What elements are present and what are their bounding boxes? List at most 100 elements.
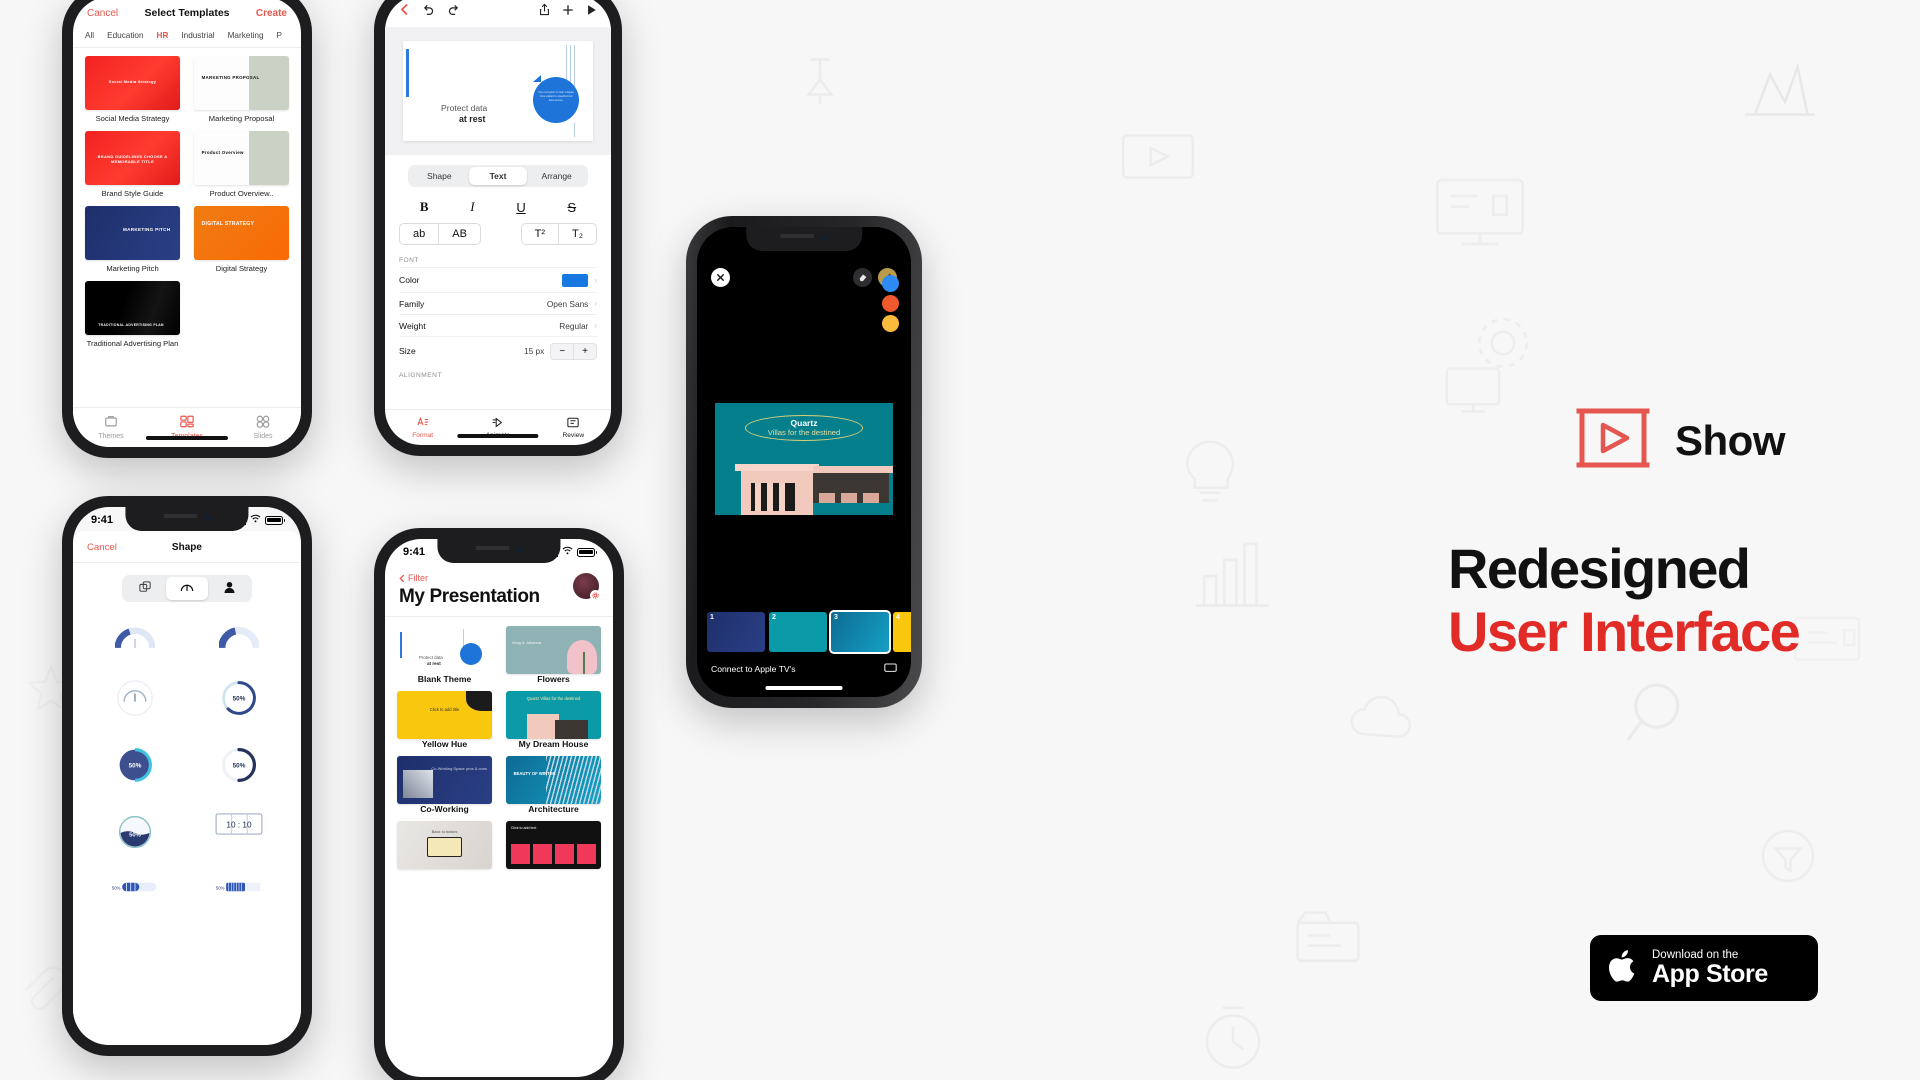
create-button[interactable]: Create (256, 8, 287, 19)
presentation-card[interactable]: Back to basics (397, 821, 492, 869)
airplay-icon[interactable] (884, 663, 897, 676)
presenter-connect-bar[interactable]: Connect to Apple TV's (697, 657, 911, 681)
template-card[interactable]: TRADITIONAL ADVERTISING PLAN Traditional … (85, 281, 180, 348)
template-thumbnail[interactable]: MARKETING PITCH (85, 206, 180, 260)
shape-digit-counter[interactable]: 10 : 10 (215, 813, 263, 856)
close-icon[interactable] (711, 267, 730, 287)
segment-shape[interactable]: Shape (410, 167, 469, 185)
presentation-card[interactable]: Click to add text (506, 821, 601, 869)
segment-gauge[interactable] (166, 577, 208, 600)
case-and-script-row[interactable]: ab AB T² T₂ (399, 223, 597, 245)
presentation-card[interactable]: Quartz Villas for the destined My Dream H… (506, 691, 601, 749)
category-industrial[interactable]: Industrial (181, 31, 214, 40)
size-increase-button[interactable]: + (573, 343, 596, 359)
template-thumbnail[interactable]: DIGITAL STRATEGY (194, 206, 289, 260)
presentations-grid[interactable]: Protect data at rest Blank Theme Greg & Joh… (385, 616, 613, 1077)
template-card[interactable]: MARKETING PROPOSAL Marketing Proposal (194, 56, 289, 123)
text-style-row[interactable]: BIUS (399, 199, 597, 215)
bold-button[interactable]: B (420, 199, 429, 215)
presenter-filmstrip[interactable]: 1 2 3 4 (707, 610, 911, 654)
filmstrip-slide[interactable]: 1 (707, 612, 765, 652)
font-size-row[interactable]: Size 15 px − + (399, 336, 597, 365)
font-row-family[interactable]: Family Open Sans › (399, 292, 597, 314)
font-size-stepper[interactable]: − + (550, 342, 597, 360)
segment-arrange[interactable]: Arrange (527, 167, 586, 185)
category-marketing[interactable]: Marketing (228, 31, 264, 40)
avatar[interactable] (573, 573, 601, 601)
letter-case-group[interactable]: ab AB (399, 223, 481, 245)
editor-bottom-toolbar[interactable]: Format Animate Review (385, 409, 611, 445)
template-thumbnail[interactable]: Social Media Strategy (85, 56, 180, 110)
filmstrip-slide[interactable]: 3 (829, 610, 891, 654)
toolbar-review[interactable]: Review (536, 410, 611, 445)
tab-themes[interactable]: Themes (73, 408, 149, 447)
font-row-weight[interactable]: Weight Regular › (399, 314, 597, 336)
template-thumbnail[interactable]: BRAND GUIDELINES CHOOSE A MEMORABLE TITL… (85, 131, 180, 185)
template-card[interactable]: DIGITAL STRATEGY Digital Strategy (194, 206, 289, 273)
presentation-thumbnail[interactable]: Click to add text (506, 821, 601, 869)
shape-liquid-fill-circle[interactable]: 50% (116, 813, 154, 856)
font-rows[interactable]: Color › Family Open Sans › Weight Regular › (399, 267, 597, 336)
category-filter-bar[interactable]: All Education HR Industrial Marketing P (73, 27, 301, 48)
cancel-button[interactable]: Cancel (87, 8, 118, 19)
template-thumbnail[interactable]: Product Overview (194, 131, 289, 185)
presentation-thumbnail[interactable]: Co-Working Space pros & cons (397, 756, 492, 804)
presentation-card[interactable]: Greg & Johanna Flowers (506, 626, 601, 684)
presentation-thumbnail[interactable]: Back to basics (397, 821, 492, 869)
presenter-top-controls[interactable] (697, 257, 911, 297)
subscript-button[interactable]: T₂ (558, 224, 596, 244)
category-hr[interactable]: HR (157, 31, 169, 40)
script-group[interactable]: T² T₂ (520, 223, 597, 245)
shape-donut-solid-fill[interactable]: 50% (116, 746, 154, 789)
templates-grid[interactable]: Social Media Strategy Social Media Strate… (73, 48, 301, 407)
share-icon[interactable] (539, 3, 550, 21)
font-row-color[interactable]: Color › (399, 267, 597, 292)
shape-ring-progress-dark[interactable]: 50% (220, 746, 258, 789)
cancel-button[interactable]: Cancel (87, 542, 117, 553)
add-icon[interactable] (562, 3, 574, 21)
tab-slides[interactable]: Slides (225, 408, 301, 447)
shape-quarter-gauge-thick[interactable] (218, 624, 260, 655)
presentation-thumbnail[interactable]: Protect data at rest (397, 626, 492, 674)
strikethrough-button[interactable]: S (567, 200, 576, 215)
italic-button[interactable]: I (470, 199, 474, 215)
pen-color-2[interactable] (882, 315, 899, 332)
template-thumbnail[interactable]: TRADITIONAL ADVERTISING PLAN (85, 281, 180, 335)
presentation-card[interactable]: Protect data at rest Blank Theme (397, 626, 492, 684)
pen-color-1[interactable] (882, 295, 899, 312)
size-decrease-button[interactable]: − (551, 344, 573, 359)
filter-back-button[interactable]: Filter (399, 573, 599, 583)
format-segment-control[interactable]: Shape Text Arrange (408, 165, 588, 187)
tab-templates[interactable]: Templates (149, 408, 225, 447)
color-swatch[interactable] (562, 273, 589, 287)
shape-gallery[interactable]: 50% 50% 50% 50% 10 : 10 50% 50% (73, 602, 301, 920)
back-chevron-icon[interactable] (399, 3, 410, 21)
template-thumbnail[interactable]: MARKETING PROPOSAL (194, 56, 289, 110)
uppercase-button[interactable]: AB (438, 224, 480, 244)
template-card[interactable]: Social Media Strategy Social Media Strate… (85, 56, 180, 123)
template-card[interactable]: BRAND GUIDELINES CHOOSE A MEMORABLE TITL… (85, 131, 180, 198)
play-icon[interactable] (586, 3, 597, 21)
slide-preview[interactable]: Use encryption to help mitigate risks re… (403, 41, 593, 141)
shape-bar-progress-striped[interactable]: 50% (214, 880, 264, 898)
segment-text[interactable]: Text (468, 167, 528, 185)
template-card[interactable]: MARKETING PITCH Marketing Pitch (85, 206, 180, 273)
shape-ring-progress-open[interactable]: 50% (220, 679, 258, 722)
presentation-thumbnail[interactable]: Greg & Johanna (506, 626, 601, 674)
category-p[interactable]: P (277, 31, 282, 40)
lowercase-button[interactable]: ab (400, 224, 438, 244)
presentation-thumbnail[interactable]: Click to add title (397, 691, 492, 739)
presentation-card[interactable]: BEAUTY OF WINTER Architecture (506, 756, 601, 814)
pen-color-picker[interactable] (882, 275, 899, 332)
bottom-tab-bar[interactable]: Themes Templates Slides (73, 407, 301, 447)
shape-bar-progress-blocks[interactable]: 50% (110, 880, 160, 898)
underline-button[interactable]: U (516, 200, 525, 215)
undo-icon[interactable] (422, 3, 435, 21)
superscript-button[interactable]: T² (522, 224, 558, 244)
category-education[interactable]: Education (107, 31, 143, 40)
shape-half-gauge-needle[interactable] (116, 679, 154, 722)
pen-color-0[interactable] (882, 275, 899, 292)
filmstrip-slide[interactable]: 4 (893, 612, 911, 652)
toolbar-format[interactable]: Format (385, 410, 460, 445)
presenter-current-slide[interactable]: Quartz Villas for the destined (715, 403, 893, 515)
